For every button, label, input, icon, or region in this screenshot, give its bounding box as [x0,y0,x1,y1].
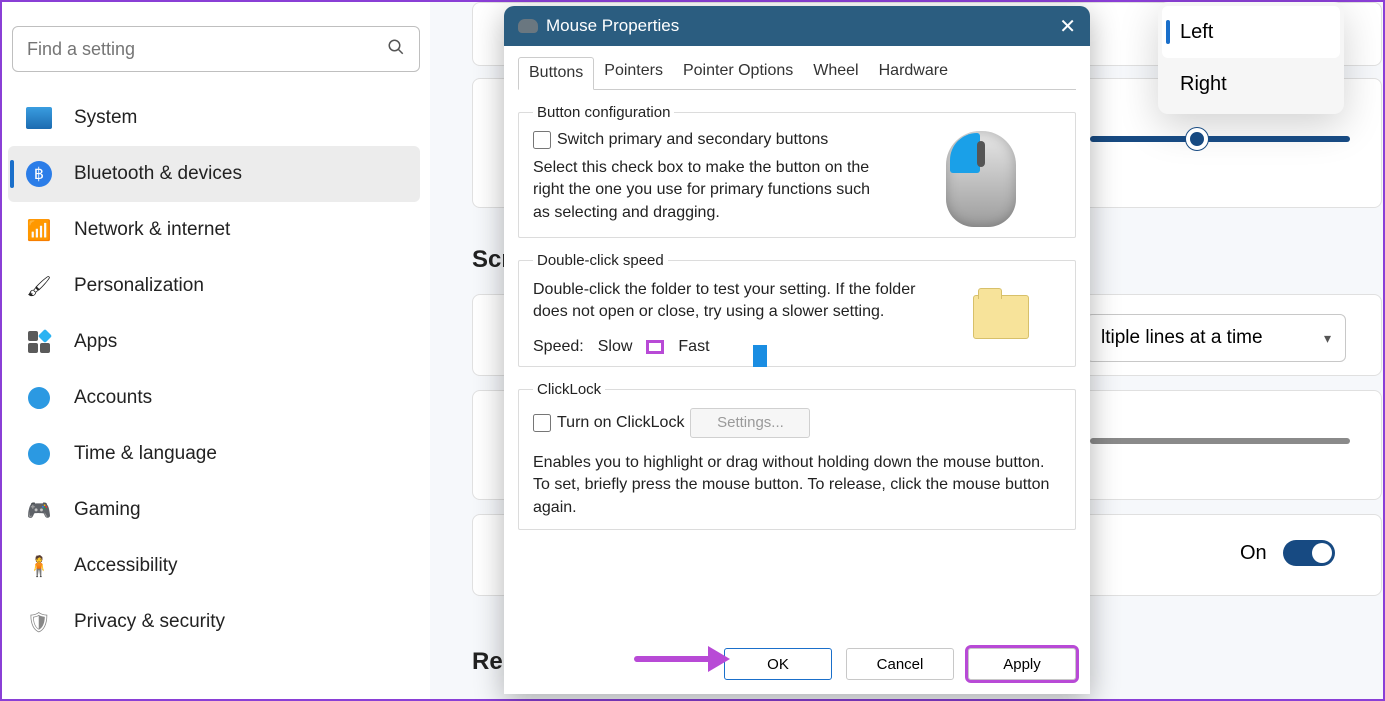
tab-strip: Buttons Pointers Pointer Options Wheel H… [518,56,1076,90]
tab-hardware[interactable]: Hardware [869,56,958,89]
clicklock-checkbox[interactable] [533,414,551,432]
group-legend: Double-click speed [533,252,668,269]
nav-gaming[interactable]: 🎮 Gaming [8,482,420,538]
settings-sidebar: System ฿ Bluetooth & devices 📶 Network & i… [2,2,430,699]
nav-label: Accessibility [74,555,177,577]
lines-slider[interactable] [1090,438,1350,444]
mouse-illustration [946,131,1016,227]
dialog-title: Mouse Properties [546,16,679,36]
switch-buttons-checkbox[interactable] [533,131,551,149]
nav-label: Privacy & security [74,611,225,633]
annotation-arrow [634,656,714,662]
search-input[interactable] [27,39,387,60]
double-click-desc: Double-click the folder to test your set… [533,279,941,324]
menu-item-left[interactable]: Left [1162,6,1340,58]
gamepad-icon: 🎮 [26,497,52,523]
toggle-row: On [1240,540,1335,566]
shield-icon: 🛡 [26,609,52,635]
pointer-speed-slider[interactable] [1090,136,1350,142]
nav-label: Apps [74,331,117,353]
apply-button[interactable]: Apply [968,648,1076,680]
nav-apps[interactable]: Apps [8,314,420,370]
nav-time-language[interactable]: Time & language [8,426,420,482]
button-configuration-group: Button configuration Switch primary and … [518,104,1076,238]
bluetooth-icon: ฿ [26,161,52,187]
nav-system[interactable]: System [8,90,420,146]
annotation-arrow-head [708,646,730,672]
clicklock-settings-button: Settings... [690,408,810,438]
nav-label: Gaming [74,499,141,521]
fast-label: Fast [678,338,709,356]
menu-item-right[interactable]: Right [1162,58,1340,110]
nav-bluetooth-devices[interactable]: ฿ Bluetooth & devices [8,146,420,202]
slow-label: Slow [598,338,633,356]
group-legend: ClickLock [533,381,605,398]
tab-pointers[interactable]: Pointers [594,56,673,89]
wifi-icon: 📶 [26,217,52,243]
scroll-mode-dropdown[interactable]: ltiple lines at a time [1086,314,1346,362]
cancel-button[interactable]: Cancel [846,648,954,680]
ok-button[interactable]: OK [724,648,832,680]
clock-icon [28,443,50,465]
mouse-icon [518,19,538,33]
nav-label: Network & internet [74,219,230,241]
nav-label: Bluetooth & devices [74,163,242,185]
nav-accounts[interactable]: Accounts [8,370,420,426]
nav-label: Time & language [74,443,217,465]
clicklock-label: Turn on ClickLock [557,414,684,432]
clicklock-group: ClickLock Turn on ClickLock Settings... … [518,381,1076,530]
search-icon [387,38,405,61]
group-legend: Button configuration [533,104,674,121]
mouse-properties-dialog: Mouse Properties ✕ Buttons Pointers Poin… [504,6,1090,694]
nav-privacy[interactable]: 🛡 Privacy & security [8,594,420,650]
toggle-switch[interactable] [1283,540,1335,566]
section-heading-related: Re [472,648,503,676]
nav-network[interactable]: 📶 Network & internet [8,202,420,258]
dialog-titlebar[interactable]: Mouse Properties ✕ [504,6,1090,46]
nav-personalization[interactable]: 🖌 Personalization [8,258,420,314]
button-config-desc: Select this check box to make the button… [533,157,891,224]
slider-thumb[interactable] [1186,128,1208,150]
tab-buttons[interactable]: Buttons [518,57,594,90]
brush-icon: 🖌 [26,273,52,299]
close-button[interactable]: ✕ [1059,14,1076,39]
nav-label: Personalization [74,275,204,297]
system-icon [26,107,52,129]
dropdown-value: ltiple lines at a time [1101,327,1263,349]
nav-accessibility[interactable]: 🧍 Accessibility [8,538,420,594]
primary-button-menu[interactable]: Left Right [1158,2,1344,114]
speed-label: Speed: [533,338,584,356]
toggle-label: On [1240,542,1267,565]
search-box[interactable] [12,26,420,72]
clicklock-desc: Enables you to highlight or drag without… [533,446,1061,519]
double-click-speed-group: Double-click speed Double-click the fold… [518,252,1076,367]
accessibility-icon: 🧍 [26,553,52,579]
slider-thumb[interactable] [753,345,767,367]
slider-highlight [646,340,664,354]
nav-label: System [74,107,137,129]
switch-buttons-label: Switch primary and secondary buttons [557,131,828,149]
tab-wheel[interactable]: Wheel [803,56,868,89]
nav-label: Accounts [74,387,152,409]
test-folder-icon[interactable] [973,295,1029,339]
person-icon [28,387,50,409]
apps-icon [28,331,50,353]
tab-pointer-options[interactable]: Pointer Options [673,56,803,89]
